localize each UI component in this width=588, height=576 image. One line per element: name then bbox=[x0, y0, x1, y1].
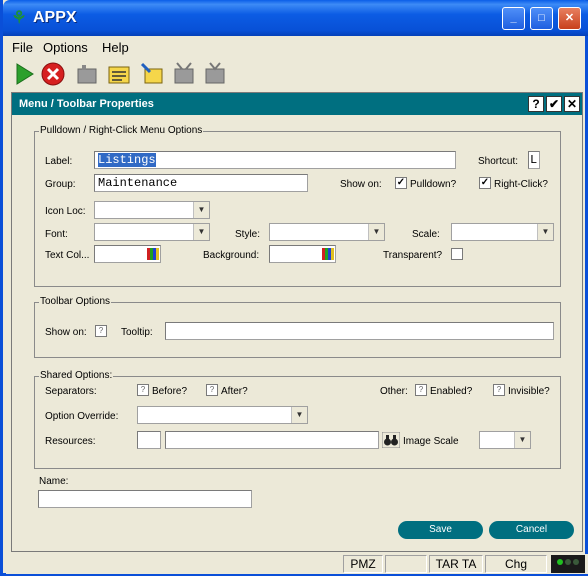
close-window-button[interactable]: ✕ bbox=[558, 7, 581, 30]
icon-loc-label: Icon Loc: bbox=[45, 206, 86, 217]
dialog-title: Menu / Toolbar Properties bbox=[19, 98, 154, 110]
other-label: Other: bbox=[380, 386, 408, 397]
scale-label: Scale: bbox=[412, 229, 440, 240]
toolbar-show-on-label: Show on: bbox=[45, 327, 87, 338]
font-label: Font: bbox=[45, 229, 68, 240]
tooltip-input[interactable] bbox=[165, 322, 554, 340]
chevron-down-icon: ▼ bbox=[193, 202, 209, 218]
after-label: After? bbox=[221, 386, 248, 397]
icon-loc-select[interactable]: ▼ bbox=[94, 201, 210, 219]
maximize-button[interactable]: □ bbox=[530, 7, 553, 30]
color-picker-icon[interactable] bbox=[321, 247, 335, 261]
edit-toolbar-icon[interactable] bbox=[139, 61, 165, 87]
shortcut-input[interactable]: L bbox=[528, 151, 540, 169]
binoculars-icon[interactable] bbox=[382, 432, 400, 448]
resource-name-input[interactable] bbox=[165, 431, 379, 449]
app-window: ⚘ APPX _ □ ✕ File Options Help Menu / To… bbox=[0, 0, 588, 576]
style-select[interactable]: ▼ bbox=[269, 223, 385, 241]
minimize-button[interactable]: _ bbox=[502, 7, 525, 30]
background-label: Background: bbox=[203, 250, 260, 261]
show-on-label: Show on: bbox=[340, 179, 382, 190]
status-pmz: PMZ bbox=[343, 555, 383, 573]
activity-indicator-icon bbox=[551, 555, 585, 573]
save-button[interactable]: Save bbox=[398, 521, 483, 539]
status-bar: PMZ TAR TA Chg bbox=[6, 554, 588, 574]
cancel-button[interactable]: Cancel bbox=[489, 521, 574, 539]
shared-group-title: Shared Options: bbox=[39, 370, 114, 381]
menu-bar: File Options Help bbox=[6, 36, 586, 58]
pulldown-checkbox[interactable]: ✓ bbox=[395, 177, 407, 189]
label-input-value: Listings bbox=[98, 153, 156, 167]
properties-dialog: Menu / Toolbar Properties ? ✔ ✕ Pulldown… bbox=[11, 92, 583, 552]
transparent-checkbox[interactable] bbox=[451, 248, 463, 260]
menu-options[interactable]: Options bbox=[43, 40, 88, 55]
separator-after-checkbox[interactable]: ? bbox=[206, 384, 218, 396]
name-label: Name: bbox=[39, 476, 69, 487]
option-override-label: Option Override: bbox=[45, 411, 119, 422]
window-title: APPX bbox=[33, 9, 77, 26]
rightclick-check-label: Right-Click? bbox=[494, 179, 548, 190]
color-picker-icon[interactable] bbox=[146, 247, 160, 261]
option-override-select[interactable]: ▼ bbox=[137, 406, 308, 424]
tooltip-label: Tooltip: bbox=[121, 327, 153, 338]
dialog-header: Menu / Toolbar Properties ? ✔ ✕ bbox=[12, 93, 582, 115]
group-label: Group: bbox=[45, 179, 76, 190]
group-input[interactable]: Maintenance bbox=[94, 174, 308, 192]
label-input[interactable]: Listings bbox=[94, 151, 456, 169]
rightclick-checkbox[interactable]: ✓ bbox=[479, 177, 491, 189]
transparent-label: Transparent? bbox=[383, 250, 443, 261]
pulldown-check-label: Pulldown? bbox=[410, 179, 457, 190]
run-icon[interactable] bbox=[11, 61, 37, 87]
resources-label: Resources: bbox=[45, 436, 96, 447]
menu-file[interactable]: File bbox=[12, 40, 33, 55]
appx-logo-icon: ⚘ bbox=[11, 8, 27, 27]
menu-help[interactable]: Help bbox=[102, 40, 129, 55]
help-button[interactable]: ? bbox=[528, 96, 544, 112]
image-scale-label: Image Scale bbox=[403, 436, 459, 447]
chevron-down-icon: ▼ bbox=[368, 224, 384, 240]
label-label: Label: bbox=[45, 156, 73, 167]
chevron-down-icon: ▼ bbox=[291, 407, 307, 423]
chevron-down-icon: ▼ bbox=[537, 224, 553, 240]
font-select[interactable]: ▼ bbox=[94, 223, 210, 241]
pulldown-group-title: Pulldown / Right-Click Menu Options bbox=[39, 125, 204, 136]
toolbar bbox=[6, 58, 586, 90]
properties-icon[interactable] bbox=[202, 61, 228, 87]
invisible-label: Invisible? bbox=[508, 386, 550, 397]
ok-check-button[interactable]: ✔ bbox=[546, 96, 562, 112]
invisible-checkbox[interactable]: ? bbox=[493, 384, 505, 396]
style-label: Style: bbox=[235, 229, 261, 240]
text-color-label: Text Col... bbox=[45, 250, 90, 261]
status-tar: TAR TA bbox=[429, 555, 483, 573]
chevron-down-icon: ▼ bbox=[193, 224, 209, 240]
delete-item-icon[interactable] bbox=[171, 61, 197, 87]
close-dialog-button[interactable]: ✕ bbox=[564, 96, 580, 112]
stop-icon[interactable] bbox=[40, 61, 66, 87]
enabled-label: Enabled? bbox=[430, 386, 473, 397]
chevron-down-icon: ▼ bbox=[514, 432, 530, 448]
status-blank bbox=[385, 555, 427, 573]
image-scale-select[interactable]: ▼ bbox=[479, 431, 531, 449]
separators-label: Separators: bbox=[45, 386, 97, 397]
title-bar[interactable]: ⚘ APPX _ □ ✕ bbox=[3, 0, 588, 36]
enabled-checkbox[interactable]: ? bbox=[415, 384, 427, 396]
separator-before-checkbox[interactable]: ? bbox=[137, 384, 149, 396]
resource-type-input[interactable] bbox=[137, 431, 161, 449]
toolbar-show-checkbox[interactable]: ? bbox=[95, 325, 107, 337]
new-item-icon[interactable] bbox=[74, 61, 100, 87]
toolbar-group-title: Toolbar Options bbox=[39, 296, 112, 307]
name-input[interactable] bbox=[38, 490, 252, 508]
status-chg: Chg bbox=[485, 555, 547, 573]
shortcut-label: Shortcut: bbox=[478, 156, 519, 167]
before-label: Before? bbox=[152, 386, 188, 397]
edit-menu-icon[interactable] bbox=[106, 61, 132, 87]
scale-select[interactable]: ▼ bbox=[451, 223, 554, 241]
